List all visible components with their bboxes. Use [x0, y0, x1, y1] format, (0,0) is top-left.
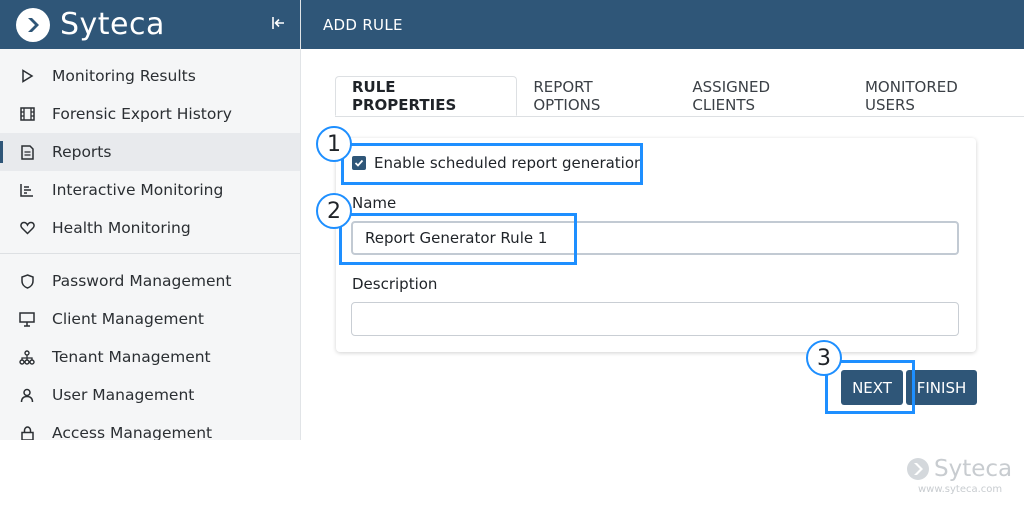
- user-icon: [18, 386, 36, 404]
- sidebar-item-label: Tenant Management: [52, 348, 211, 366]
- sidebar-item-label: Forensic Export History: [52, 105, 232, 123]
- sidebar-item-label: User Management: [52, 386, 195, 404]
- tab-monitored-users[interactable]: MONITORED USERS: [849, 76, 1024, 116]
- heart-icon: [18, 219, 36, 237]
- sidebar-item-label: Access Management: [52, 424, 213, 440]
- sidebar-item-client-management[interactable]: Client Management: [0, 300, 300, 338]
- callout-box-1: [341, 143, 643, 185]
- syteca-logo-icon: [16, 7, 50, 42]
- callout-box-2: [339, 213, 577, 265]
- sidebar-item-label: Health Monitoring: [52, 219, 191, 237]
- sidebar-item-health-monitoring[interactable]: Health Monitoring: [0, 209, 300, 247]
- sidebar-item-password-management[interactable]: Password Management: [0, 262, 300, 300]
- watermark: Syteca www.syteca.com: [906, 456, 1018, 495]
- sidebar-item-access-management[interactable]: Access Management: [0, 414, 300, 440]
- brand-name: Syteca: [60, 7, 165, 42]
- sidebar-item-label: Monitoring Results: [52, 67, 196, 85]
- tab-assigned-clients[interactable]: ASSIGNED CLIENTS: [676, 76, 849, 116]
- sidebar-item-label: Interactive Monitoring: [52, 181, 224, 199]
- lock-icon: [18, 424, 36, 440]
- sidebar-item-forensic-export-history[interactable]: Forensic Export History: [0, 95, 300, 133]
- bar-list-icon: [18, 181, 36, 199]
- nav-group-management: Password Management Client Management Te…: [0, 262, 300, 440]
- sidebar-item-label: Client Management: [52, 310, 204, 328]
- shield-icon: [18, 272, 36, 290]
- nav-group-monitoring: Monitoring Results Forensic Export Histo…: [0, 49, 300, 247]
- hierarchy-icon: [18, 348, 36, 366]
- tab-rule-properties[interactable]: RULE PROPERTIES: [335, 76, 518, 116]
- sidebar: Syteca Monitoring Results Forensic Expor…: [0, 0, 301, 440]
- sidebar-divider: [0, 253, 300, 254]
- watermark-url: www.syteca.com: [918, 484, 1003, 495]
- syteca-watermark-logo-icon: [907, 458, 929, 480]
- sidebar-item-label: Password Management: [52, 272, 232, 290]
- callout-number-3: 3: [806, 340, 842, 376]
- watermark-brand: Syteca: [934, 456, 1013, 482]
- sidebar-item-reports[interactable]: Reports: [0, 133, 300, 171]
- film-icon: [18, 105, 36, 123]
- sidebar-item-monitoring-results[interactable]: Monitoring Results: [0, 57, 300, 95]
- page-header: ADD RULE: [301, 0, 1024, 49]
- play-icon: [18, 67, 36, 85]
- name-label: Name: [352, 194, 397, 212]
- description-input[interactable]: [351, 302, 959, 336]
- page-title: ADD RULE: [323, 15, 403, 34]
- finish-button[interactable]: FINISH: [906, 370, 977, 405]
- sidebar-item-interactive-monitoring[interactable]: Interactive Monitoring: [0, 171, 300, 209]
- callout-number-2: 2: [316, 193, 352, 229]
- sidebar-item-user-management[interactable]: User Management: [0, 376, 300, 414]
- tab-report-options[interactable]: REPORT OPTIONS: [517, 76, 676, 116]
- monitor-icon: [18, 310, 36, 328]
- sidebar-item-tenant-management[interactable]: Tenant Management: [0, 338, 300, 376]
- brand-header: Syteca: [0, 0, 300, 49]
- collapse-sidebar-icon[interactable]: [270, 14, 288, 32]
- tab-bar: RULE PROPERTIES REPORT OPTIONS ASSIGNED …: [335, 76, 1024, 117]
- sidebar-item-label: Reports: [52, 143, 112, 161]
- description-label: Description: [352, 275, 438, 293]
- document-icon: [18, 143, 36, 161]
- callout-number-1: 1: [316, 126, 352, 162]
